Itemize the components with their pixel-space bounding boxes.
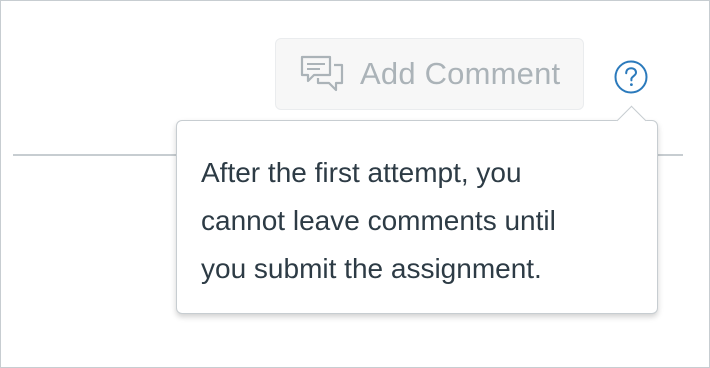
tooltip-line: you submit the assignment. [201,253,542,284]
tooltip-line: After the first attempt, you [201,157,522,188]
tooltip-line: cannot leave comments until [201,205,556,236]
add-comment-button[interactable]: Add Comment [275,38,584,110]
help-tooltip: After the first attempt, you cannot leav… [176,105,658,314]
question-circle-icon[interactable] [613,59,649,95]
tooltip-arrow [616,105,647,136]
comment-bubbles-icon [300,55,344,93]
tooltip-text: After the first attempt, you cannot leav… [201,149,633,293]
assignment-comment-panel: Add Comment After the first attempt, you… [0,0,710,368]
add-comment-label: Add Comment [360,56,561,91]
